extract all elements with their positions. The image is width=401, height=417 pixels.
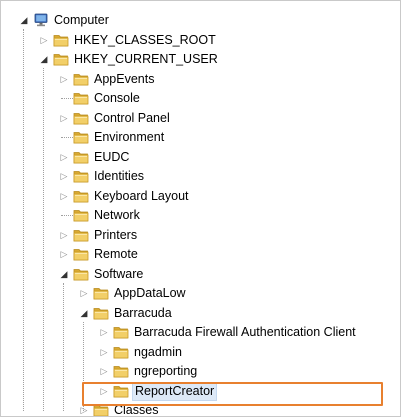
tree-node-label[interactable]: Software	[92, 266, 145, 283]
folder-icon	[73, 247, 89, 261]
collapsed-arrow-icon[interactable]: ▷	[59, 152, 69, 162]
tree-node[interactable]: ▷ Identities	[1, 167, 361, 187]
folder-icon	[73, 72, 89, 86]
tree-node[interactable]: ◢ Barracuda	[1, 304, 361, 324]
expanded-arrow-icon[interactable]: ◢	[39, 54, 49, 64]
tree-node-label[interactable]: Identities	[92, 168, 146, 185]
tree-node[interactable]: Environment	[1, 128, 361, 148]
expanded-arrow-icon[interactable]: ◢	[59, 269, 69, 279]
tree-node-label[interactable]: Control Panel	[92, 110, 172, 127]
tree-node[interactable]: ▷ Keyboard Layout	[1, 187, 361, 207]
collapsed-arrow-icon[interactable]: ▷	[39, 35, 49, 45]
tree-connector-line	[43, 68, 44, 411]
folder-icon	[73, 130, 89, 144]
tree-node-label[interactable]: Network	[92, 207, 142, 224]
tree-node[interactable]: ▷ ngadmin	[1, 343, 361, 363]
tree-node-label[interactable]: Printers	[92, 227, 139, 244]
tree-node-label[interactable]: Barracuda	[112, 305, 174, 322]
tree-node-label[interactable]: Computer	[52, 12, 111, 29]
collapsed-arrow-icon[interactable]: ▷	[59, 191, 69, 201]
tree-node-label[interactable]: Environment	[92, 129, 166, 146]
tree-node-label[interactable]: ngadmin	[132, 344, 184, 361]
collapsed-arrow-icon[interactable]: ▷	[79, 288, 89, 298]
tree-node-label[interactable]: Remote	[92, 246, 140, 263]
folder-icon	[93, 286, 109, 300]
tree-node-label[interactable]: HKEY_CURRENT_USER	[72, 51, 220, 68]
folder-icon	[93, 306, 109, 320]
tree-node[interactable]: Console	[1, 89, 361, 109]
tree-node[interactable]: ◢ HKEY_CURRENT_USER	[1, 50, 361, 70]
tree-node[interactable]: ▷ HKEY_CLASSES_ROOT	[1, 31, 361, 51]
tree-node[interactable]: ◢ Computer	[1, 11, 361, 31]
tree-node[interactable]: ▷ Barracuda Firewall Authentication Clien…	[1, 323, 361, 343]
collapsed-arrow-icon[interactable]: ▷	[59, 230, 69, 240]
tree-connector-line	[61, 98, 73, 99]
tree-node[interactable]: ◢ Software	[1, 265, 361, 285]
tree-node[interactable]: ▷ ngreporting	[1, 362, 361, 382]
tree-node[interactable]: ▷ EUDC	[1, 148, 361, 168]
highlight-annotation	[82, 382, 383, 406]
collapsed-arrow-icon[interactable]: ▷	[99, 327, 109, 337]
tree-node[interactable]: ▷ AppDataLow	[1, 284, 361, 304]
tree-node[interactable]: ▷ Remote	[1, 245, 361, 265]
tree-node-label[interactable]: AppDataLow	[112, 285, 188, 302]
folder-icon	[73, 111, 89, 125]
collapsed-arrow-icon[interactable]: ▷	[99, 347, 109, 357]
folder-icon	[73, 150, 89, 164]
folder-icon	[53, 52, 69, 66]
folder-icon	[113, 325, 129, 339]
tree-node-label[interactable]: EUDC	[92, 149, 131, 166]
tree-connector-line	[61, 137, 73, 138]
collapsed-arrow-icon[interactable]: ▷	[59, 113, 69, 123]
collapsed-arrow-icon[interactable]: ▷	[99, 366, 109, 376]
folder-icon	[73, 91, 89, 105]
tree-node[interactable]: ▷ Control Panel	[1, 109, 361, 129]
tree-connector-line	[63, 282, 64, 411]
folder-icon	[53, 33, 69, 47]
folder-icon	[73, 189, 89, 203]
folder-icon	[73, 208, 89, 222]
folder-icon	[113, 345, 129, 359]
tree-node-label[interactable]: ngreporting	[132, 363, 199, 380]
computer-icon	[33, 13, 49, 27]
registry-tree: ◢ Computer ▷ HKEY_CLASSES_ROOT ◢ HKEY_CURRENT…	[1, 1, 400, 416]
tree-connector-line	[23, 29, 24, 411]
expanded-arrow-icon[interactable]: ◢	[19, 15, 29, 25]
collapsed-arrow-icon[interactable]: ▷	[59, 249, 69, 259]
tree-node[interactable]: ▷ Printers	[1, 226, 361, 246]
tree-node[interactable]: Network	[1, 206, 361, 226]
tree-node-label[interactable]: Console	[92, 90, 142, 107]
folder-icon	[113, 364, 129, 378]
tree-connector-line	[61, 215, 73, 216]
folder-icon	[73, 267, 89, 281]
expanded-arrow-icon[interactable]: ◢	[79, 308, 89, 318]
collapsed-arrow-icon[interactable]: ▷	[59, 171, 69, 181]
collapsed-arrow-icon[interactable]: ▷	[79, 405, 89, 415]
tree-node-label[interactable]: HKEY_CLASSES_ROOT	[72, 32, 218, 49]
collapsed-arrow-icon[interactable]: ▷	[59, 74, 69, 84]
tree-node-label[interactable]: Barracuda Firewall Authentication Client	[132, 324, 358, 341]
tree-node-label[interactable]: Keyboard Layout	[92, 188, 191, 205]
folder-icon	[73, 228, 89, 242]
tree-node-label[interactable]: AppEvents	[92, 71, 156, 88]
folder-icon	[73, 169, 89, 183]
registry-tree-panel: ◢ Computer ▷ HKEY_CLASSES_ROOT ◢ HKEY_CURRENT…	[0, 0, 401, 417]
tree-node[interactable]: ▷ AppEvents	[1, 70, 361, 90]
